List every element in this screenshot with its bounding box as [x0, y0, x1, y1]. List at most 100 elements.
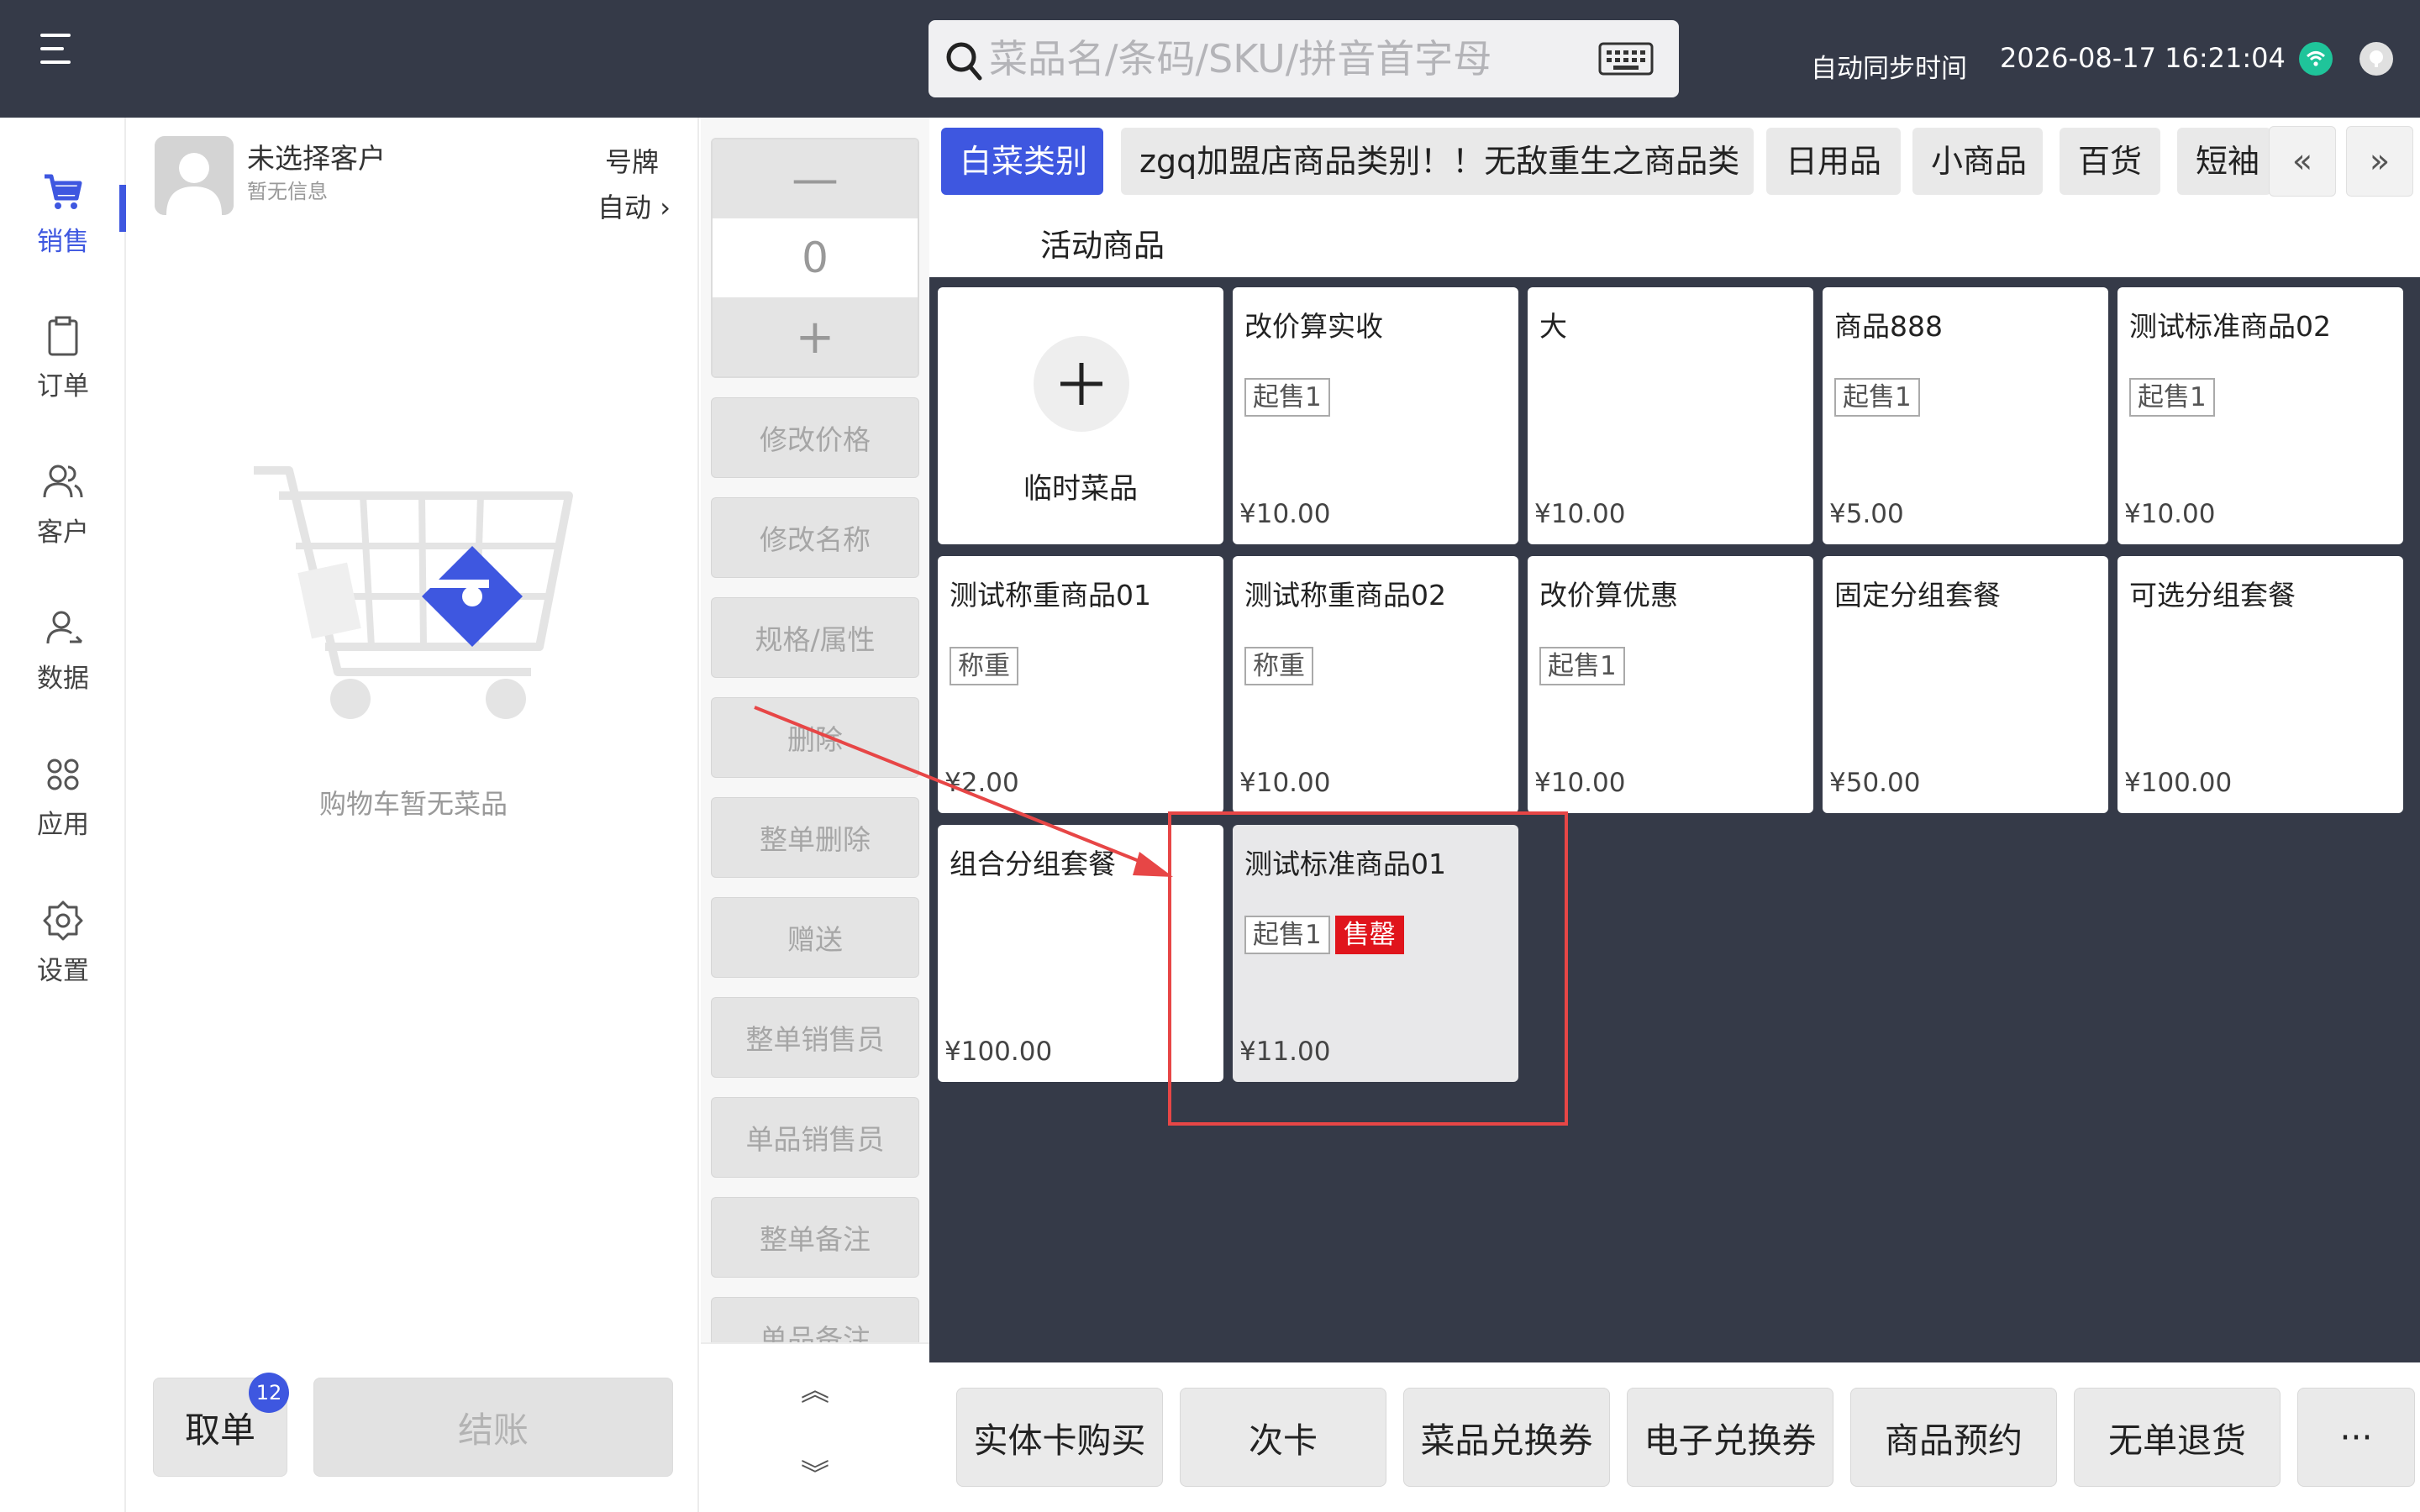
product-price: ¥100.00: [944, 1037, 1053, 1067]
nav-item-sales[interactable]: 销售: [0, 168, 126, 286]
datetime: 2026-08-17 16:21:04: [2000, 42, 2286, 74]
user-data-icon: [46, 611, 83, 644]
product-price: ¥2.00: [944, 768, 1019, 798]
no-order-return-button[interactable]: 无单退货: [2074, 1388, 2281, 1487]
wifi-icon: [2299, 42, 2333, 76]
product-card[interactable]: 测试标准商品02 起售1 ¥10.00: [2118, 287, 2403, 544]
delete-order-button[interactable]: 整单删除: [711, 797, 919, 878]
product-tag: 起售1: [2129, 378, 2215, 417]
gift-button[interactable]: 赠送: [711, 897, 919, 978]
item-salesperson-button[interactable]: 单品销售员: [711, 1097, 919, 1178]
product-name: 组合分组套餐: [950, 848, 1116, 880]
category-tab[interactable]: 百货: [2060, 128, 2160, 195]
category-tab[interactable]: 白菜类别: [941, 128, 1103, 195]
edit-price-button[interactable]: 修改价格: [711, 397, 919, 478]
search-bar[interactable]: [929, 20, 1679, 97]
scroll-up-icon[interactable]: ︽: [701, 1346, 929, 1430]
cart-panel: 未选择客户 暂无信息 号牌 自动 › 购物车暂无菜品 取单 12 结账: [128, 118, 699, 1512]
product-tag: 起售1: [1539, 647, 1625, 685]
scroll-down-icon[interactable]: ︾: [701, 1430, 929, 1512]
product-name: 可选分组套餐: [2129, 579, 2296, 612]
product-card[interactable]: 可选分组套餐 ¥100.00: [2118, 556, 2403, 813]
product-name: 商品888: [1834, 310, 1943, 343]
number-plate-label: 号牌: [604, 146, 659, 178]
more-icon[interactable]: ···: [2297, 1388, 2415, 1487]
product-card[interactable]: 改价算实收 起售1 ¥10.00: [1233, 287, 1518, 544]
sub-category-label[interactable]: 活动商品: [1040, 220, 1165, 265]
nav-label: 数据: [37, 664, 89, 694]
category-tab[interactable]: zgq加盟店商品类别！！无敌重生之商品类: [1121, 128, 1754, 195]
product-card[interactable]: 测试称重商品01 称重 ¥2.00: [938, 556, 1223, 813]
checkout-button[interactable]: 结账: [313, 1378, 673, 1477]
delete-button[interactable]: 删除: [711, 697, 919, 778]
product-card[interactable]: 固定分组套餐 ¥50.00: [1823, 556, 2108, 813]
nav-item-apps[interactable]: 应用: [0, 751, 126, 869]
keyboard-icon[interactable]: [1598, 42, 1654, 76]
product-price: ¥10.00: [2124, 499, 2216, 529]
product-tag: 称重: [950, 647, 1018, 685]
category-next-button[interactable]: »: [2346, 126, 2413, 197]
times-card-button[interactable]: 次卡: [1180, 1388, 1386, 1487]
customer-info: 暂无信息: [247, 180, 328, 203]
number-plate-value[interactable]: 自动 ›: [597, 186, 671, 225]
category-strip: 白菜类别 zgq加盟店商品类别！！无敌重生之商品类 日用品 小商品 百货 短袖 …: [929, 118, 2420, 277]
product-card[interactable]: 大 ¥10.00: [1528, 287, 1813, 544]
order-salesperson-button[interactable]: 整单销售员: [711, 997, 919, 1078]
nav-label: 订单: [37, 371, 89, 402]
customer-name[interactable]: 未选择客户: [247, 136, 386, 176]
quantity-value: 0: [802, 234, 829, 282]
cart-icon: [45, 174, 82, 209]
category-tab[interactable]: 日用品: [1766, 128, 1901, 195]
physical-card-button[interactable]: 实体卡购买: [956, 1388, 1163, 1487]
cart-empty-text: 购物车暂无菜品: [318, 788, 508, 820]
nav-item-settings[interactable]: 设置: [0, 897, 126, 1015]
product-card[interactable]: 商品888 起售1 ¥5.00: [1823, 287, 2108, 544]
nav-item-data[interactable]: 数据: [0, 605, 126, 722]
product-price: ¥100.00: [2124, 768, 2233, 798]
product-card[interactable]: 改价算优惠 起售1 ¥10.00: [1528, 556, 1813, 813]
temp-product-card[interactable]: 临时菜品: [938, 287, 1223, 544]
users-icon: [43, 465, 83, 498]
product-card[interactable]: 测试称重商品02 称重 ¥10.00: [1233, 556, 1518, 813]
empty-cart-illustration: [254, 466, 573, 719]
product-name: 改价算实收: [1244, 310, 1383, 343]
product-price: ¥10.00: [1534, 768, 1626, 798]
product-card[interactable]: 组合分组套餐 ¥100.00: [938, 825, 1223, 1082]
search-icon: [946, 42, 982, 81]
search-input[interactable]: [989, 29, 1577, 89]
plus-button[interactable]: +: [713, 297, 918, 376]
avatar[interactable]: [155, 136, 234, 215]
product-name: 临时菜品: [1023, 472, 1138, 506]
nav-label: 客户: [37, 517, 89, 548]
nav-item-orders[interactable]: 订单: [0, 312, 126, 430]
dish-voucher-button[interactable]: 菜品兑换券: [1403, 1388, 1610, 1487]
product-card-sold-out[interactable]: 测试标准商品01 起售1 售罄 ¥11.00: [1233, 825, 1518, 1082]
order-note-button[interactable]: 整单备注: [711, 1197, 919, 1278]
e-voucher-button[interactable]: 电子兑换券: [1627, 1388, 1833, 1487]
top-bar: 自动同步时间 2026-08-17 16:21:04: [0, 0, 2420, 118]
action-scroll-controls: ︽ ︾: [701, 1342, 929, 1512]
quantity-stepper: — 0 +: [711, 138, 919, 378]
product-reservation-button[interactable]: 商品预约: [1850, 1388, 2057, 1487]
category-tab[interactable]: 小商品: [1912, 128, 2043, 195]
sync-label: 自动同步时间: [1811, 54, 1967, 84]
minus-button[interactable]: —: [713, 139, 918, 218]
category-prev-button[interactable]: «: [2269, 126, 2336, 197]
edit-name-button[interactable]: 修改名称: [711, 497, 919, 578]
nav-label: 销售: [37, 227, 89, 257]
product-name: 测试称重商品01: [950, 579, 1151, 612]
product-name: 测试标准商品01: [1244, 848, 1446, 880]
sold-out-badge: 售罄: [1334, 916, 1404, 954]
category-tab[interactable]: 短袖: [2177, 128, 2271, 195]
spec-attr-button[interactable]: 规格/属性: [711, 597, 919, 678]
product-price: ¥11.00: [1239, 1037, 1331, 1067]
product-name: 固定分组套餐: [1834, 579, 2001, 612]
take-order-badge: 12: [249, 1373, 289, 1413]
product-tag: 起售1: [1834, 378, 1920, 417]
product-name: 大: [1539, 310, 1567, 343]
product-name: 测试称重商品02: [1244, 579, 1446, 612]
nav-item-customers[interactable]: 客户: [0, 459, 126, 576]
menu-icon[interactable]: [40, 34, 74, 64]
side-navigation: 销售 订单 客户 数据 应用 设置: [0, 118, 126, 1512]
product-tag: 起售1: [1244, 378, 1330, 417]
